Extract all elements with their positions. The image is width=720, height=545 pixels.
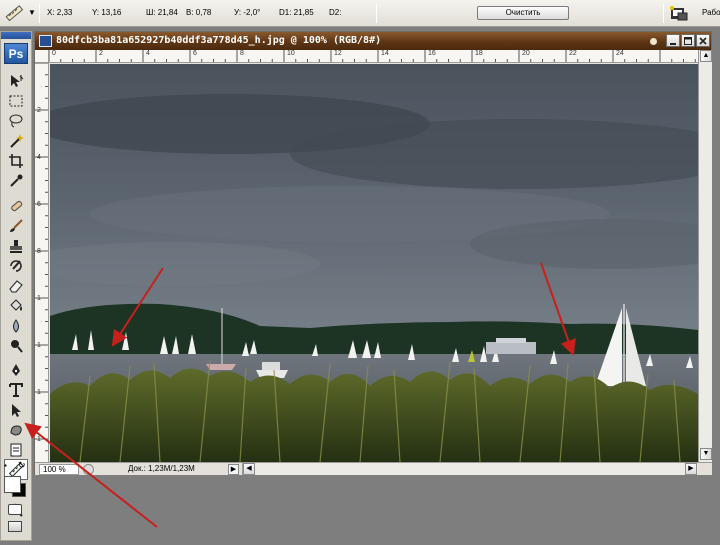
clear-button[interactable]: Очистить bbox=[477, 6, 569, 20]
swap-colors-icon[interactable]: ↻ bbox=[18, 460, 26, 471]
status-bar: 100 % Док.: 1,23M/1,23M ▶ ◀ ▶ bbox=[35, 462, 712, 475]
scroll-down-arrow-icon[interactable]: ▼ bbox=[700, 448, 712, 460]
document-icon bbox=[39, 35, 52, 47]
ruler-label: 2 bbox=[37, 107, 41, 114]
ruler-origin[interactable] bbox=[35, 50, 49, 63]
angle-value: У: -2,0° bbox=[234, 8, 261, 17]
tool-preset-arrow-icon[interactable]: ▼ bbox=[28, 8, 36, 17]
ruler-label: 22 bbox=[569, 50, 577, 57]
minimize-button[interactable] bbox=[666, 34, 680, 47]
width-value: Ш: 21,84 bbox=[146, 8, 178, 17]
ruler-label: 1 bbox=[37, 295, 41, 302]
height-value: В: 0,78 bbox=[186, 8, 212, 17]
foreground-color-swatch[interactable] bbox=[4, 476, 21, 493]
scroll-up-arrow-icon[interactable]: ▲ bbox=[700, 50, 712, 62]
separator bbox=[663, 4, 664, 23]
document-title: 80dfcb3ba81a652927b40ddf3a778d45_h.jpg @… bbox=[56, 35, 382, 46]
x-value: X: 2,33 bbox=[47, 8, 73, 17]
ruler-label: 14 bbox=[381, 50, 389, 57]
screen-mode-icon[interactable] bbox=[8, 521, 22, 532]
maximize-button[interactable] bbox=[681, 34, 695, 47]
ruler-label: 6 bbox=[37, 201, 41, 208]
horizontal-ruler[interactable]: 0 2 4 6 8 10 12 14 16 18 20 22 24 bbox=[49, 50, 698, 63]
ruler-label: 10 bbox=[287, 50, 295, 57]
workspace-menu-label[interactable]: Рабо bbox=[702, 8, 720, 17]
ruler-label: 1 bbox=[37, 389, 41, 396]
ruler-label: 2 bbox=[99, 50, 103, 57]
ruler-label: 18 bbox=[475, 50, 483, 57]
status-info-icon[interactable] bbox=[83, 464, 94, 475]
ruler-label: 1 bbox=[37, 342, 41, 349]
ruler-label: 6 bbox=[193, 50, 197, 57]
horizontal-scrollbar[interactable]: ◀ ▶ bbox=[242, 463, 698, 475]
vertical-scrollbar[interactable]: ▲ ▼ bbox=[698, 50, 712, 462]
workspace-icon[interactable] bbox=[669, 5, 689, 22]
photo-lake-sailboats bbox=[50, 64, 698, 462]
status-menu-arrow-icon[interactable]: ▶ bbox=[228, 464, 239, 475]
document-size-label: Док.: 1,23M/1,23M bbox=[128, 464, 195, 473]
ruler-label: 12 bbox=[334, 50, 342, 57]
ruler-label: 4 bbox=[37, 154, 41, 161]
default-colors-icon[interactable]: ▪ bbox=[4, 461, 7, 470]
close-button[interactable] bbox=[696, 34, 710, 47]
ruler-label: 16 bbox=[428, 50, 436, 57]
ruler-label: 8 bbox=[240, 50, 244, 57]
scroll-right-arrow-icon[interactable]: ▶ bbox=[685, 463, 697, 475]
zoom-field[interactable]: 100 % bbox=[39, 464, 79, 475]
separator bbox=[376, 4, 377, 23]
ruler-label: 4 bbox=[146, 50, 150, 57]
modified-indicator-icon bbox=[650, 38, 657, 45]
d1-value: D1: 21,85 bbox=[279, 8, 314, 17]
ruler-label: 0 bbox=[52, 50, 56, 57]
quick-mask-icon[interactable] bbox=[8, 504, 22, 515]
scroll-left-arrow-icon[interactable]: ◀ bbox=[243, 463, 255, 475]
ruler-label: 24 bbox=[616, 50, 624, 57]
separator bbox=[39, 4, 40, 23]
document-window: 80dfcb3ba81a652927b40ddf3a778d45_h.jpg @… bbox=[34, 31, 712, 475]
ruler-tool-icon[interactable] bbox=[3, 4, 25, 23]
ruler-label: 1 bbox=[37, 436, 41, 443]
y-value: Y: 13,16 bbox=[92, 8, 122, 17]
options-bar: ▼ X: 2,33 Y: 13,16 Ш: 21,84 В: 0,78 У: -… bbox=[0, 0, 720, 27]
ruler-label: 8 bbox=[37, 248, 41, 255]
ruler-label: 20 bbox=[522, 50, 530, 57]
vertical-ruler[interactable]: 2 4 6 8 1 1 1 1 bbox=[35, 63, 49, 462]
d2-value: D2: bbox=[329, 8, 342, 17]
toolbox-extras: ▪ ↻ bbox=[0, 31, 32, 541]
image-canvas[interactable] bbox=[50, 64, 698, 462]
document-title-bar[interactable]: 80dfcb3ba81a652927b40ddf3a778d45_h.jpg @… bbox=[35, 32, 711, 50]
